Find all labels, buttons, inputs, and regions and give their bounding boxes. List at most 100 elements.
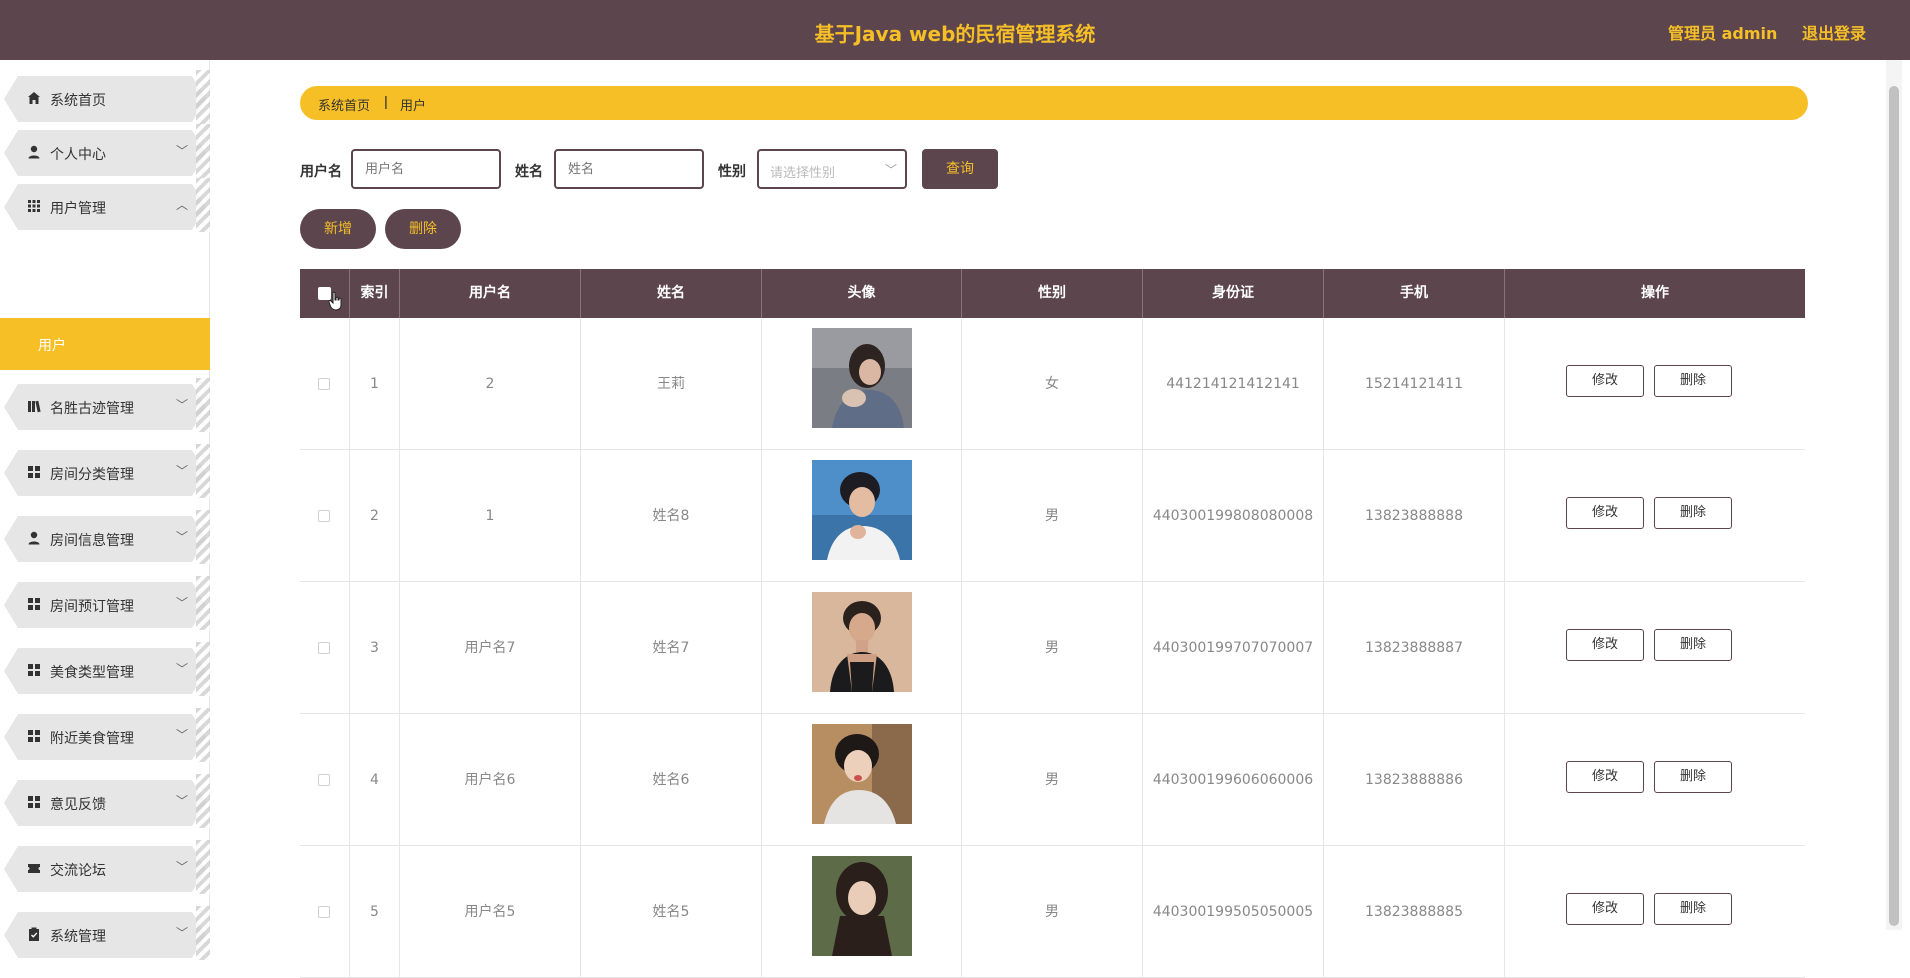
logout-link[interactable]: 退出登录	[1802, 20, 1866, 44]
sidebar-item-label: 房间分类管理	[50, 467, 134, 483]
cell-gender: 男	[962, 846, 1143, 978]
chevron-down-icon: ﹀	[176, 464, 189, 478]
cell-gender: 男	[962, 450, 1143, 582]
row-checkbox[interactable]	[318, 906, 330, 918]
page-scrollbar[interactable]	[1886, 60, 1902, 930]
row-checkbox[interactable]	[318, 510, 330, 522]
query-button[interactable]: 查询	[922, 149, 998, 189]
library-icon	[28, 400, 41, 413]
cell-username: 用户名6	[400, 714, 581, 846]
sidebar: 系统首页 个人中心 ﹀ 用户管理 ︿ 用户 名胜古迹管理 ﹀ 房间分类管理 ﹀ …	[0, 60, 210, 960]
avatar	[812, 328, 912, 428]
cell-avatar	[762, 450, 962, 582]
avatar	[812, 724, 912, 824]
cell-avatar	[762, 714, 962, 846]
avatar	[812, 592, 912, 692]
column-header: 姓名	[581, 269, 762, 318]
sidebar-item-food-type[interactable]: 美食类型管理 ﹀	[0, 642, 210, 696]
chevron-up-icon: ︿	[176, 198, 189, 212]
apps-icon	[28, 598, 40, 610]
sidebar-item-forum[interactable]: 交流论坛 ﹀	[0, 840, 210, 894]
delete-button[interactable]: 删除	[1654, 893, 1732, 925]
column-header: 性别	[962, 269, 1143, 318]
cell-phone: 13823888885	[1324, 846, 1505, 978]
person-icon	[28, 145, 40, 159]
edit-button[interactable]: 修改	[1566, 497, 1644, 529]
chevron-down-icon: ﹀	[176, 398, 189, 412]
edit-button[interactable]: 修改	[1566, 365, 1644, 397]
cell-actions: 修改 删除	[1505, 582, 1805, 714]
cell-name: 姓名5	[581, 846, 762, 978]
app-title: 基于Java web的民宿管理系统	[814, 22, 1096, 46]
sidebar-item-label: 交流论坛	[50, 863, 106, 879]
chevron-down-icon: ﹀	[176, 926, 189, 940]
sidebar-item-personal[interactable]: 个人中心 ﹀	[0, 124, 210, 178]
clipboard-icon	[29, 927, 39, 941]
chevron-down-icon: ﹀	[885, 163, 898, 177]
person-icon	[28, 531, 40, 545]
apps-icon	[28, 664, 40, 676]
add-button[interactable]: 新增	[300, 209, 376, 249]
sidebar-item-system[interactable]: 系统管理 ﹀	[0, 906, 210, 960]
apps-icon	[28, 730, 40, 742]
chevron-down-icon: ﹀	[176, 728, 189, 742]
scrollbar-thumb[interactable]	[1889, 86, 1899, 926]
row-checkbox[interactable]	[318, 642, 330, 654]
edit-button[interactable]: 修改	[1566, 629, 1644, 661]
cell-name: 姓名6	[581, 714, 762, 846]
top-bar: 基于Java web的民宿管理系统 管理员 admin 退出登录	[0, 0, 1910, 60]
sidebar-item-feedback[interactable]: 意见反馈 ﹀	[0, 774, 210, 828]
hand-cursor-icon	[328, 291, 342, 311]
sidebar-item-scenic[interactable]: 名胜古迹管理 ﹀	[0, 378, 210, 432]
sidebar-item-user-management[interactable]: 用户管理 ︿	[0, 178, 210, 232]
cell-username: 用户名7	[400, 582, 581, 714]
sidebar-subitem-user[interactable]: 用户	[0, 318, 210, 370]
cell-name: 王莉	[581, 318, 762, 450]
sidebar-item-home[interactable]: 系统首页	[0, 70, 210, 124]
sidebar-item-label: 用户管理	[50, 201, 106, 217]
table-row: 1 2 王莉 女 441214121412141 15214121411 修改 …	[300, 318, 1805, 450]
cell-index: 4	[350, 714, 400, 846]
sidebar-item-label: 名胜古迹管理	[50, 401, 134, 417]
breadcrumb-home[interactable]: 系统首页	[318, 95, 370, 114]
sidebar-item-nearby-food[interactable]: 附近美食管理 ﹀	[0, 708, 210, 762]
row-checkbox[interactable]	[318, 378, 330, 390]
sidebar-subitem-label: 用户	[38, 338, 66, 354]
column-header: 操作	[1641, 285, 1669, 301]
header-select-cell	[300, 269, 350, 318]
cell-name: 姓名7	[581, 582, 762, 714]
cell-id-card: 440300199707070007	[1143, 582, 1324, 714]
apps-icon	[28, 796, 40, 808]
cell-username: 2	[400, 318, 581, 450]
sidebar-item-room-info[interactable]: 房间信息管理 ﹀	[0, 510, 210, 564]
grid-icon	[28, 200, 40, 212]
delete-button[interactable]: 删除	[1654, 365, 1732, 397]
gender-select[interactable]: 请选择性别 ﹀	[757, 149, 907, 189]
sidebar-item-label: 房间预订管理	[50, 599, 134, 615]
cell-phone: 15214121411	[1324, 318, 1505, 450]
delete-button[interactable]: 删除	[1654, 629, 1732, 661]
sidebar-item-label: 美食类型管理	[50, 665, 134, 681]
delete-button[interactable]: 删除	[1654, 497, 1732, 529]
batch-delete-button[interactable]: 删除	[385, 209, 461, 249]
cell-gender: 女	[962, 318, 1143, 450]
chevron-down-icon: ﹀	[176, 144, 189, 158]
row-checkbox[interactable]	[318, 774, 330, 786]
username-input[interactable]	[351, 149, 501, 189]
cell-index: 3	[350, 582, 400, 714]
sidebar-item-room-category[interactable]: 房间分类管理 ﹀	[0, 444, 210, 498]
cell-actions: 修改 删除	[1505, 714, 1805, 846]
cell-phone: 13823888888	[1324, 450, 1505, 582]
edit-button[interactable]: 修改	[1566, 761, 1644, 793]
table-row: 3 用户名7 姓名7 男 440300199707070007 13823888…	[300, 582, 1805, 714]
name-label: 姓名	[515, 164, 543, 180]
sidebar-item-label: 系统首页	[50, 93, 106, 109]
sidebar-item-room-booking[interactable]: 房间预订管理 ﹀	[0, 576, 210, 630]
table-row: 5 用户名5 姓名5 男 440300199505050005 13823888…	[300, 846, 1805, 978]
name-input[interactable]	[554, 149, 704, 189]
cell-actions: 修改 删除	[1505, 450, 1805, 582]
gender-label: 性别	[718, 164, 746, 180]
delete-button[interactable]: 删除	[1654, 761, 1732, 793]
chevron-down-icon: ﹀	[176, 596, 189, 610]
edit-button[interactable]: 修改	[1566, 893, 1644, 925]
